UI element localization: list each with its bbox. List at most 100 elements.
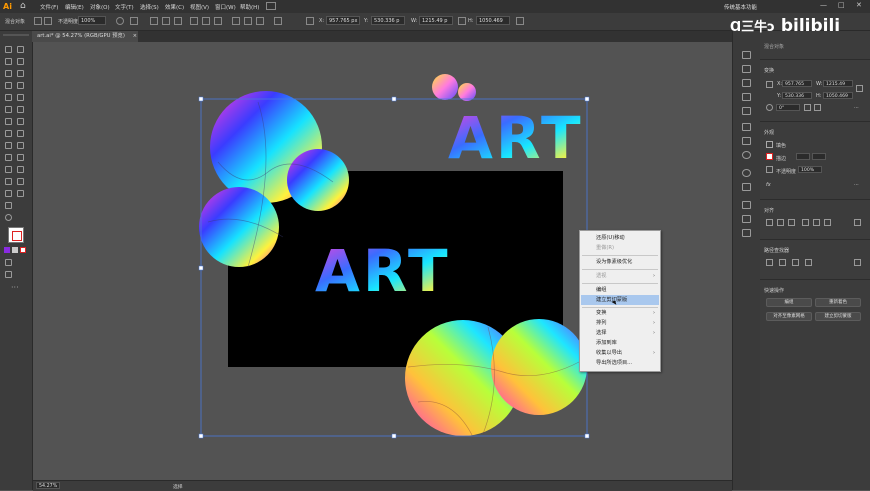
constrain-proportions-icon[interactable] — [856, 85, 863, 92]
ctx-transform[interactable]: 变换 › — [581, 308, 659, 318]
ctx-export-selection[interactable]: 导出所选项目... — [581, 358, 659, 368]
perspective-grid-tool-icon[interactable] — [17, 142, 24, 149]
hand-tool-icon[interactable] — [5, 202, 12, 209]
group-button[interactable]: 编组 — [766, 298, 812, 307]
gradient-tool-icon[interactable] — [17, 154, 24, 161]
ctx-pixel-optimize[interactable]: 设为像素级优化 — [581, 257, 659, 267]
transform-icon[interactable] — [274, 17, 282, 25]
panel-x-field[interactable]: 957.765 — [782, 80, 812, 87]
align-right-icon[interactable] — [174, 17, 182, 25]
pathfinder-exclude-icon[interactable] — [805, 259, 812, 266]
ctx-group[interactable]: 编组 — [581, 285, 659, 295]
ctx-make-clipping-mask[interactable]: 建立剪切蒙版 — [581, 295, 659, 305]
distribute-v-icon[interactable] — [256, 17, 264, 25]
rotate-tool-icon[interactable] — [5, 118, 12, 125]
panel-align-left-icon[interactable] — [766, 219, 773, 226]
none-mode-icon[interactable] — [20, 247, 26, 253]
distribute-h-icon[interactable] — [244, 17, 252, 25]
menu-effect[interactable]: 效果(C) — [165, 3, 184, 11]
direct-selection-tool-icon[interactable] — [17, 46, 24, 53]
pathfinder-intersect-icon[interactable] — [792, 259, 799, 266]
stroke-swatch[interactable] — [766, 153, 773, 160]
stroke-style-field[interactable] — [812, 153, 826, 160]
align-icon[interactable] — [130, 17, 138, 25]
more-pathfinder-icon[interactable] — [854, 259, 861, 266]
align-to-icon[interactable] — [854, 219, 861, 226]
screen-mode-icon[interactable] — [5, 271, 12, 278]
menu-select[interactable]: 选择(S) — [140, 3, 159, 11]
layers-panel-icon[interactable] — [742, 201, 751, 209]
gradient-mode-icon[interactable] — [12, 247, 18, 253]
fill-swatch[interactable] — [8, 227, 24, 243]
zoom-field[interactable]: 54.27% — [36, 482, 60, 489]
align-left-icon[interactable] — [150, 17, 158, 25]
recolor-icon[interactable] — [116, 17, 124, 25]
home-icon[interactable]: ⌂ — [20, 1, 30, 11]
panel-align-top-icon[interactable] — [802, 219, 809, 226]
color-icon[interactable] — [742, 93, 751, 101]
ctx-undo-move[interactable]: 还原(U)移动 — [581, 233, 659, 243]
x-field[interactable]: 957.765 px — [326, 16, 360, 25]
menu-edit[interactable]: 编辑(E) — [65, 3, 84, 11]
y-field[interactable]: 530.336 p — [371, 16, 405, 25]
appearance-icon[interactable] — [742, 169, 751, 177]
artboards-icon[interactable] — [742, 215, 751, 223]
selection-tool-icon[interactable] — [5, 46, 12, 53]
workspace-label[interactable]: 传统基本功能 — [724, 3, 757, 11]
more-tools-icon[interactable]: ··· — [11, 283, 19, 292]
artboard-tool-icon[interactable] — [5, 190, 12, 197]
properties-icon[interactable] — [742, 51, 751, 59]
draw-mode-icon[interactable] — [5, 259, 12, 266]
width-field[interactable]: 1215.49 p — [419, 16, 453, 25]
minimize-icon[interactable]: — — [820, 1, 827, 9]
type-tool-icon[interactable] — [5, 82, 12, 89]
menu-type[interactable]: 文字(T) — [115, 3, 134, 11]
menu-view[interactable]: 视图(V) — [190, 3, 209, 11]
scale-tool-icon[interactable] — [17, 118, 24, 125]
color-guide-icon[interactable] — [742, 107, 751, 115]
opacity-field[interactable]: 100% — [78, 16, 106, 25]
align-middle-icon[interactable] — [202, 17, 210, 25]
maximize-icon[interactable]: □ — [838, 1, 845, 9]
panel-opacity-field[interactable]: 100% — [798, 166, 822, 173]
zoom-tool-icon[interactable] — [5, 214, 12, 221]
slice-tool-icon[interactable] — [17, 190, 24, 197]
menu-object[interactable]: 对象(O) — [90, 3, 110, 11]
line-tool-icon[interactable] — [17, 82, 24, 89]
eraser-tool-icon[interactable] — [17, 106, 24, 113]
opacity-checkbox[interactable] — [766, 166, 773, 173]
align-pixel-grid-button[interactable]: 对齐至像素网格 — [766, 312, 812, 321]
more-options-icon[interactable] — [516, 17, 524, 25]
align-top-icon[interactable] — [190, 17, 198, 25]
fill-checkbox[interactable] — [766, 141, 773, 148]
mesh-tool-icon[interactable] — [5, 154, 12, 161]
gradient-icon[interactable] — [742, 137, 751, 145]
height-field[interactable]: 1050.469 — [476, 16, 510, 25]
document-tab[interactable]: art.ai* @ 54.27% (RGB/GPU 预览) × — [32, 31, 138, 42]
panel-h-field[interactable]: 1050.469 — [823, 92, 853, 99]
pathfinder-minus-front-icon[interactable] — [779, 259, 786, 266]
ctx-arrange[interactable]: 排列 › — [581, 318, 659, 328]
distribute-icon[interactable] — [232, 17, 240, 25]
pen-tool-icon[interactable] — [5, 70, 12, 77]
free-transform-tool-icon[interactable] — [17, 130, 24, 137]
close-tab-icon[interactable]: × — [133, 33, 137, 39]
layers-icon[interactable] — [742, 65, 751, 73]
panel-y-field[interactable]: 530.336 — [782, 92, 812, 99]
stroke-swatch-icon[interactable] — [44, 17, 52, 25]
magic-wand-tool-icon[interactable] — [5, 58, 12, 65]
flip-vertical-icon[interactable] — [814, 104, 821, 111]
panel-w-field[interactable]: 1215.49 — [823, 80, 853, 87]
asset-export-icon[interactable] — [742, 229, 751, 237]
fx-icon[interactable]: fx — [766, 182, 771, 188]
recolor-button[interactable]: 重新着色 — [815, 298, 861, 307]
more-transform-icon[interactable]: ··· — [854, 105, 859, 111]
ctx-add-to-library[interactable]: 添加到库 — [581, 338, 659, 348]
more-appearance-icon[interactable]: ··· — [854, 182, 859, 188]
fill-mode-icon[interactable] — [4, 247, 10, 253]
stroke-weight-field[interactable] — [796, 153, 810, 160]
ctx-select[interactable]: 选择 › — [581, 328, 659, 338]
workspace-switcher-icon[interactable] — [266, 2, 276, 10]
reference-point-icon[interactable] — [306, 17, 314, 25]
rotate-field[interactable]: 0° — [776, 104, 800, 111]
